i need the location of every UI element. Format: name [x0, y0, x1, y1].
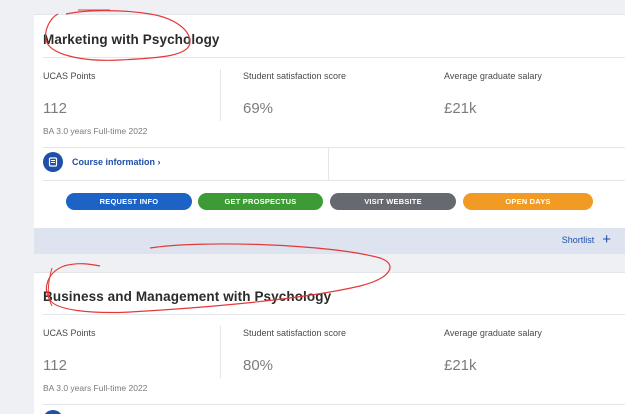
satisfaction-value: 80%	[243, 357, 274, 374]
request-info-button[interactable]: REQUEST INFO	[66, 193, 192, 210]
shortlist-label: Shortlist	[561, 235, 595, 245]
ucas-points-label: UCAS Points	[43, 71, 96, 81]
get-prospectus-button[interactable]: GET PROSPECTUS	[198, 193, 323, 210]
course-card-marketing: Marketing with Psychology UCAS Points St…	[34, 14, 625, 228]
course-meta: BA 3.0 years Full-time 2022	[43, 126, 148, 136]
course-results-page: Marketing with Psychology UCAS Points St…	[0, 0, 625, 414]
satisfaction-value: 69%	[243, 100, 274, 117]
salary-label: Average graduate salary	[444, 71, 542, 81]
stat-divider	[220, 326, 221, 378]
ucas-points-value: 112	[43, 100, 67, 117]
open-days-button[interactable]: OPEN DAYS	[463, 193, 593, 210]
course-title[interactable]: Business and Management with Psychology	[43, 289, 331, 304]
course-information-label: Course information ›	[72, 157, 161, 167]
divider	[43, 147, 625, 148]
satisfaction-label: Student satisfaction score	[243, 328, 347, 338]
ucas-points-value: 112	[43, 357, 67, 374]
plus-icon: +	[602, 231, 611, 248]
course-information-link[interactable]: Course information ›	[43, 152, 161, 172]
stat-divider	[220, 69, 221, 121]
document-icon	[43, 152, 63, 172]
divider	[43, 314, 625, 315]
divider	[43, 180, 625, 181]
salary-value: £21k	[444, 357, 477, 374]
divider	[43, 404, 625, 405]
info-divider	[328, 148, 329, 180]
course-meta: BA 3.0 years Full-time 2022	[43, 383, 148, 393]
document-icon	[43, 410, 63, 414]
satisfaction-label: Student satisfaction score	[243, 71, 347, 81]
visit-website-button[interactable]: VISIT WEBSITE	[330, 193, 456, 210]
salary-value: £21k	[444, 100, 477, 117]
shortlist-bar: Shortlist +	[34, 228, 625, 254]
course-title[interactable]: Marketing with Psychology	[43, 32, 220, 47]
shortlist-button[interactable]: Shortlist +	[561, 231, 611, 248]
course-card-business: Business and Management with Psychology …	[34, 272, 625, 414]
salary-label: Average graduate salary	[444, 328, 542, 338]
ucas-points-label: UCAS Points	[43, 328, 96, 338]
divider	[43, 57, 625, 58]
